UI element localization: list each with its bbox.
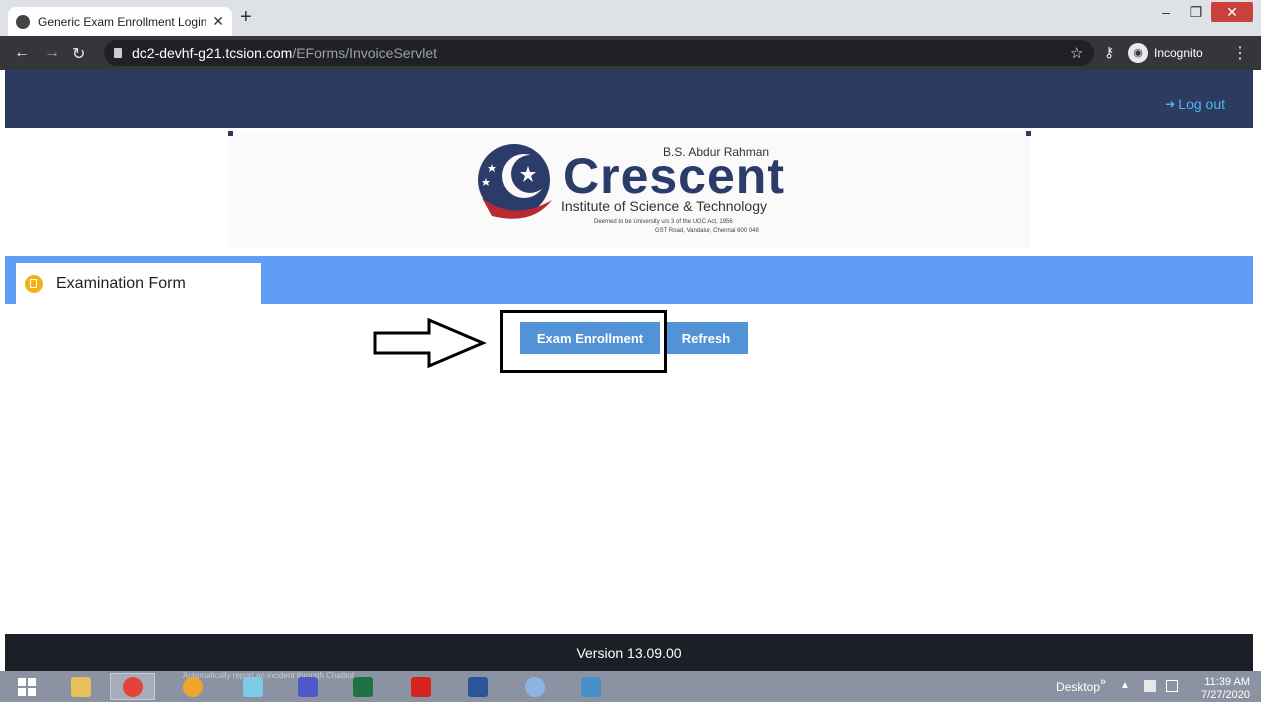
form-tab-bar: Examination Form [5, 256, 1253, 304]
clock[interactable]: 11:39 AM 7/27/2020 [1190, 676, 1250, 702]
chevron-right-icon[interactable]: » [1100, 676, 1106, 688]
lock-icon [114, 48, 122, 58]
teams-icon[interactable] [285, 673, 330, 700]
logout-link[interactable]: ➜ Log out [1165, 96, 1225, 112]
logo-line-2: GST Road, Vandalur, Chennai 600 048 [655, 228, 759, 234]
reload-icon[interactable]: ↻ [72, 44, 85, 64]
tab-label: Examination Form [56, 274, 186, 292]
logout-icon: ➜ [1165, 97, 1176, 111]
paint-icon[interactable] [512, 673, 557, 700]
page-header: ➜ Log out [5, 70, 1253, 128]
banner-corner [1026, 131, 1031, 136]
forward-icon[interactable]: → [44, 44, 60, 62]
bookmark-star-icon[interactable]: ☆ [1070, 44, 1083, 62]
key-icon[interactable]: ⚷ [1104, 44, 1114, 61]
folder-app-icon[interactable] [230, 673, 275, 700]
logo-subtitle: Institute of Science & Technology [561, 198, 767, 214]
crescent-emblem-icon [478, 144, 552, 219]
minimize-button[interactable]: – [1151, 4, 1181, 20]
window-controls: – ❐ ✕ [1151, 2, 1253, 22]
menu-kebab-icon[interactable]: ⋮ [1232, 43, 1248, 63]
maximize-button[interactable]: ❐ [1181, 4, 1211, 21]
network-icon[interactable] [1166, 680, 1178, 692]
photos-app-icon[interactable] [568, 673, 613, 700]
url-path: /EForms/InvoiceServlet [292, 45, 438, 61]
start-button[interactable] [4, 673, 49, 700]
form-icon [25, 274, 43, 293]
version-footer: Version 13.09.00 [5, 634, 1253, 671]
incognito-icon: ◉ [1128, 43, 1148, 63]
file-explorer-icon[interactable] [58, 673, 103, 700]
logout-label: Log out [1178, 96, 1225, 112]
lightbulb-app-icon[interactable] [170, 673, 215, 700]
refresh-button[interactable]: Refresh [664, 322, 748, 354]
new-tab-button[interactable]: + [240, 6, 252, 29]
highlight-box [500, 310, 667, 373]
excel-icon[interactable] [340, 673, 385, 700]
logo-name: Crescent [563, 148, 785, 204]
tab-examination-form[interactable]: Examination Form [16, 263, 261, 304]
word-icon[interactable] [455, 673, 500, 700]
clock-time: 11:39 AM [1204, 676, 1250, 688]
desktop-toolbar-label[interactable]: Desktop [1056, 680, 1100, 694]
banner-corner [228, 131, 233, 136]
windows-taskbar: Automatically report an incident through… [0, 671, 1261, 702]
close-window-button[interactable]: ✕ [1211, 2, 1253, 22]
url-host: dc2-devhf-g21.tcsion.com [132, 45, 293, 61]
logo-line-1: Deemed to be University u/s 3 of the UGC… [594, 219, 733, 225]
incognito-indicator[interactable]: ◉ Incognito [1128, 42, 1203, 64]
acrobat-icon[interactable] [398, 673, 443, 700]
tab-title: Generic Exam Enrollment Login F [38, 14, 207, 29]
incognito-label: Incognito [1154, 46, 1203, 60]
chevron-up-icon[interactable]: ▲ [1120, 680, 1130, 691]
browser-toolbar: ← → ↻ dc2-devhf-g21.tcsion.com /EForms/I… [0, 36, 1261, 70]
chrome-icon[interactable] [110, 673, 155, 700]
address-bar[interactable]: dc2-devhf-g21.tcsion.com /EForms/Invoice… [104, 40, 1094, 66]
clock-date: 7/27/2020 [1201, 689, 1250, 701]
arrow-right-icon [373, 317, 487, 369]
tab-close-icon[interactable]: ✕ [212, 13, 224, 30]
back-icon[interactable]: ← [14, 44, 30, 62]
globe-icon [16, 14, 30, 29]
browser-tab[interactable]: Generic Exam Enrollment Login F ✕ [8, 7, 232, 36]
action-center-flag-icon[interactable] [1144, 680, 1156, 692]
browser-tab-strip: Generic Exam Enrollment Login F ✕ + – ❐ … [0, 0, 1261, 36]
windows-logo-icon [17, 677, 36, 696]
